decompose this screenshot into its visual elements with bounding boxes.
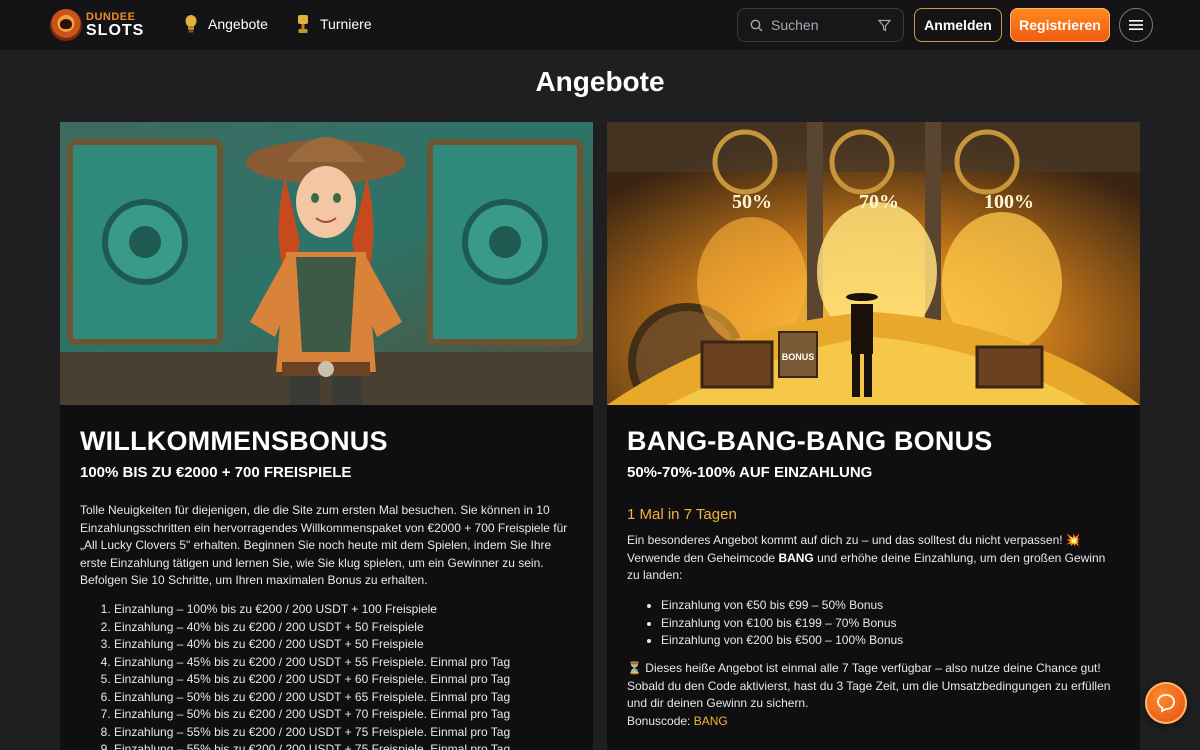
list-item: Einzahlung – 55% bis zu €200 / 200 USDT … bbox=[114, 741, 570, 750]
bang-intro-pre: Verwende den Geheimcode bbox=[627, 550, 779, 565]
nav-item-offers[interactable]: Angebote bbox=[184, 12, 268, 36]
list-item: Einzahlung – 40% bis zu €200 / 200 USDT … bbox=[114, 636, 570, 654]
offer-card-bang[interactable]: BONUS 50% 70% 100% BANG-BANG-BANG BONUS … bbox=[607, 122, 1140, 750]
list-item: Einzahlung – 45% bis zu €200 / 200 USDT … bbox=[114, 671, 570, 689]
bonuscode-value: BANG bbox=[693, 713, 728, 728]
list-item: Einzahlung – 50% bis zu €200 / 200 USDT … bbox=[114, 706, 570, 724]
list-item: Einzahlung von €100 bis €199 – 70% Bonus bbox=[661, 615, 1117, 633]
label-100-percent: 100% bbox=[984, 191, 1034, 213]
welcome-card-subtitle: 100% BIS ZU €2000 + 700 FREISPIELE bbox=[80, 464, 352, 481]
top-header: DUNDEE SLOTS Angebote Turniere Anmelden … bbox=[0, 0, 1200, 50]
bang-frequency: 1 Mal in 7 Tagen bbox=[627, 506, 737, 523]
logo-badge-icon bbox=[50, 9, 82, 41]
chat-bubble-icon bbox=[1157, 694, 1175, 713]
nav-item-tournaments[interactable]: Turniere bbox=[296, 12, 372, 36]
bang-secret-code: BANG bbox=[778, 550, 814, 565]
lightbulb-icon bbox=[185, 15, 197, 33]
search-box[interactable] bbox=[737, 8, 904, 42]
bang-card-title: BANG-BANG-BANG BONUS bbox=[627, 426, 993, 456]
list-item: Einzahlung – 45% bis zu €200 / 200 USDT … bbox=[114, 654, 570, 672]
list-item: Einzahlung von €200 bis €500 – 100% Bonu… bbox=[661, 632, 1117, 650]
search-icon bbox=[750, 19, 763, 31]
label-70-percent: 70% bbox=[859, 191, 899, 213]
nav-offers-label: Angebote bbox=[208, 16, 268, 32]
label-50-percent: 50% bbox=[732, 191, 772, 213]
list-item: Einzahlung von €50 bis €99 – 50% Bonus bbox=[661, 597, 1117, 615]
bang-intro-line1: Ein besonderes Angebot kommt auf dich zu… bbox=[627, 533, 1081, 547]
offer-card-welcome[interactable]: WILLKOMMENSBONUS 100% BIS ZU €2000 + 700… bbox=[60, 122, 593, 750]
filter-icon[interactable] bbox=[878, 19, 891, 32]
list-item: Einzahlung – 50% bis zu €200 / 200 USDT … bbox=[114, 689, 570, 707]
welcome-bonus-image bbox=[60, 122, 593, 405]
hamburger-icon bbox=[1129, 20, 1143, 30]
bang-card-subtitle: 50%-70%-100% AUF EINZAHLUNG bbox=[627, 464, 873, 481]
welcome-steps-list: Einzahlung – 100% bis zu €200 / 200 USDT… bbox=[80, 601, 570, 750]
bang-tiers-list: Einzahlung von €50 bis €99 – 50% Bonus E… bbox=[627, 597, 1117, 650]
nav-tournaments-label: Turniere bbox=[320, 16, 372, 32]
login-button[interactable]: Anmelden bbox=[914, 8, 1002, 42]
search-input[interactable] bbox=[771, 17, 871, 33]
live-chat-button[interactable] bbox=[1145, 682, 1187, 724]
register-button[interactable]: Registrieren bbox=[1010, 8, 1110, 42]
bang-card-intro: Ein besonderes Angebot kommt auf dich zu… bbox=[627, 532, 1117, 585]
welcome-card-intro: Tolle Neuigkeiten für diejenigen, die di… bbox=[80, 503, 568, 587]
bang-card-outro: ⏳ Dieses heiße Angebot ist einmal alle 7… bbox=[627, 660, 1117, 730]
logo-line1: DUNDEE bbox=[86, 10, 136, 23]
page-title: Angebote bbox=[535, 66, 665, 97]
bonuscode-label: Bonuscode: bbox=[627, 713, 694, 728]
logo-line2: SLOTS bbox=[86, 21, 145, 39]
welcome-card-title: WILLKOMMENSBONUS bbox=[80, 426, 388, 456]
list-item: Einzahlung – 40% bis zu €200 / 200 USDT … bbox=[114, 619, 570, 637]
chest-bonus-label: BONUS bbox=[782, 352, 815, 362]
menu-button[interactable] bbox=[1119, 8, 1153, 42]
bang-outro-text: ⏳ Dieses heiße Angebot ist einmal alle 7… bbox=[627, 661, 1111, 710]
list-item: Einzahlung – 100% bis zu €200 / 200 USDT… bbox=[114, 601, 570, 619]
bang-bonus-image: BONUS 50% 70% 100% bbox=[607, 122, 1140, 405]
site-logo[interactable]: DUNDEE SLOTS bbox=[50, 8, 145, 42]
list-item: Einzahlung – 55% bis zu €200 / 200 USDT … bbox=[114, 724, 570, 742]
trophy-icon bbox=[298, 15, 308, 33]
